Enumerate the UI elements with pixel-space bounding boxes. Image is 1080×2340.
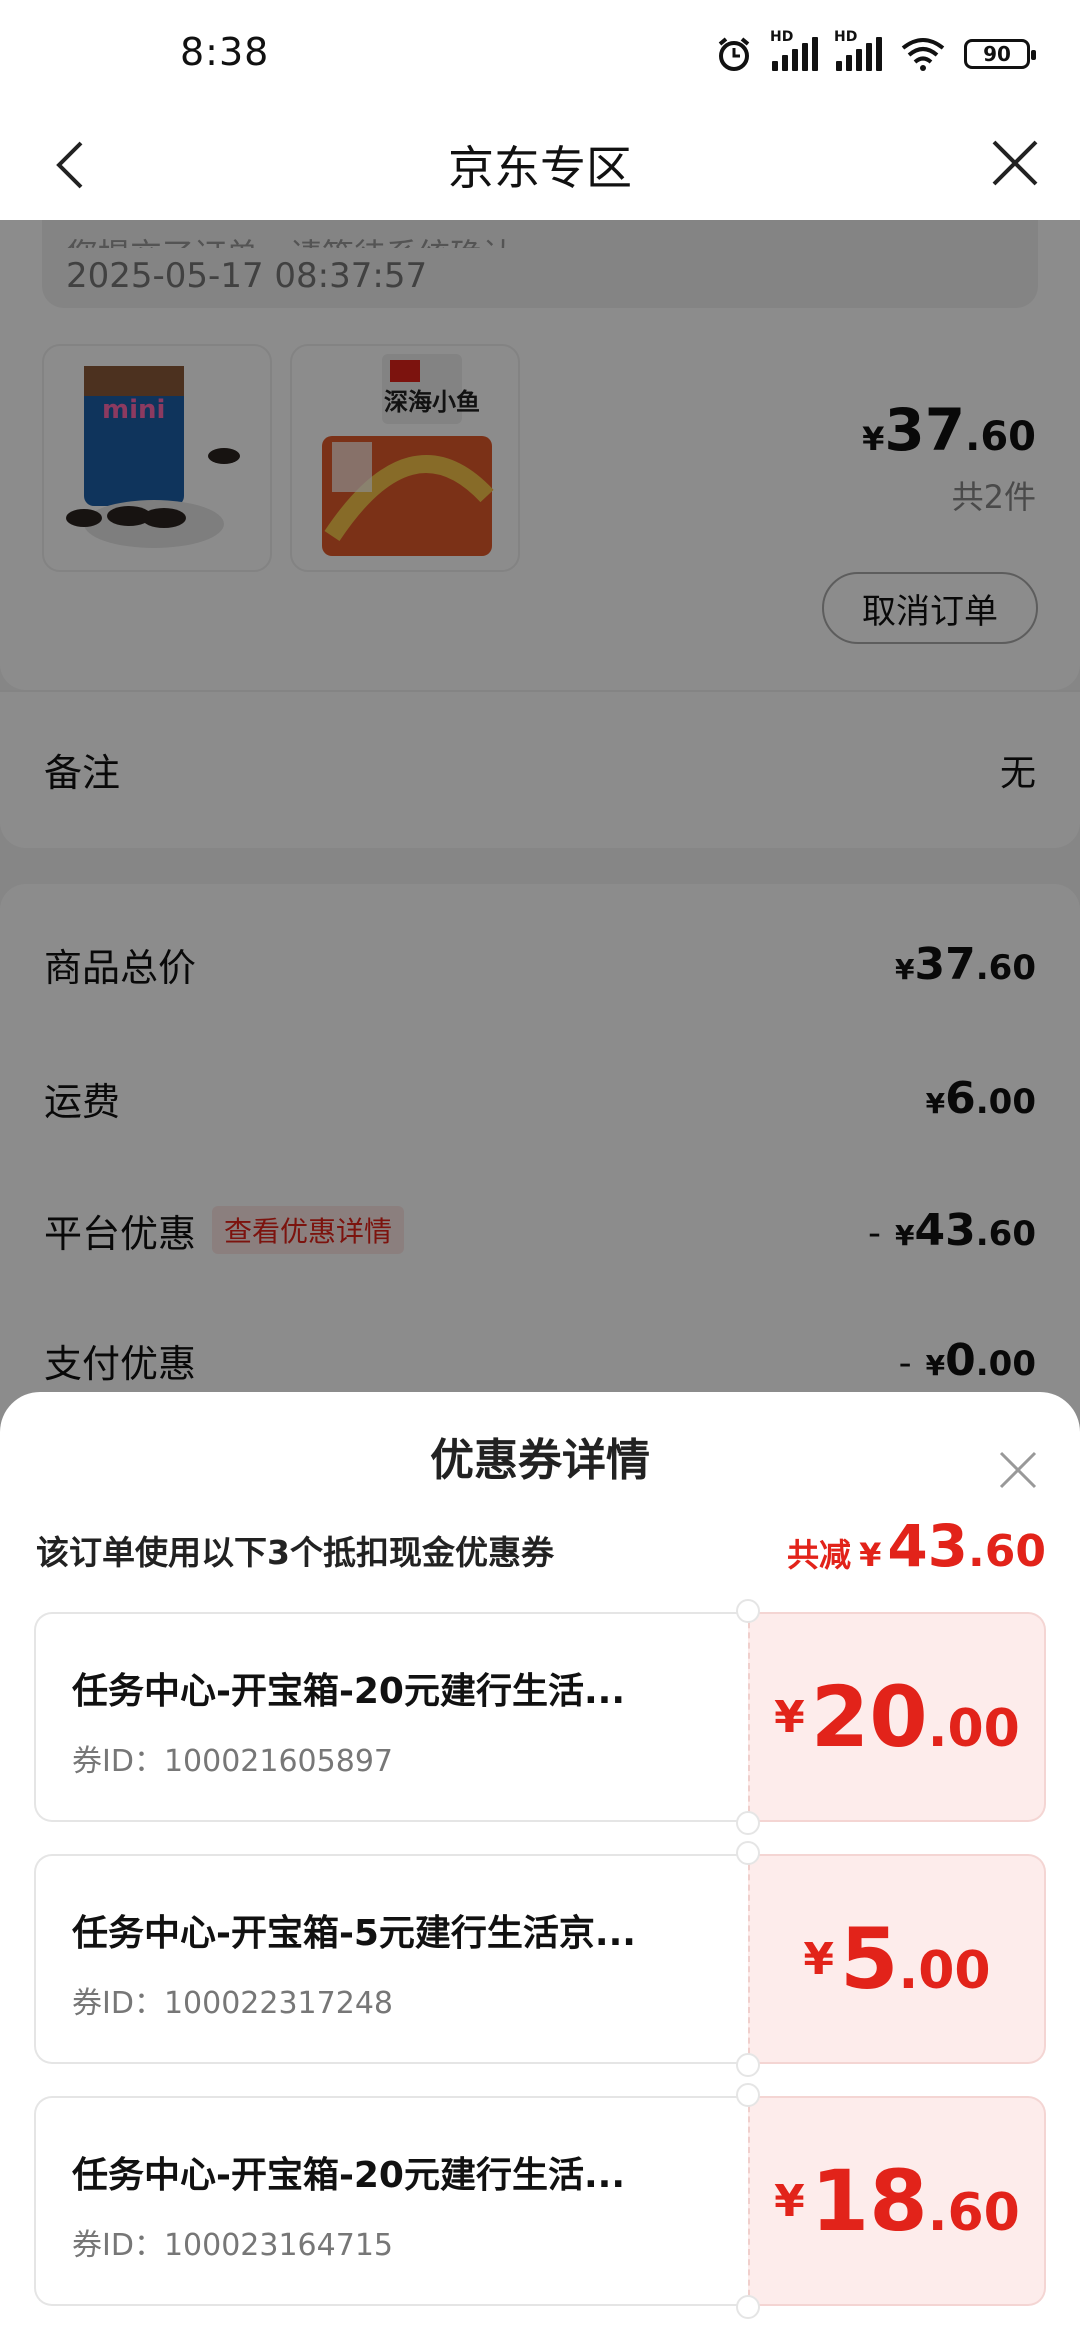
coupon-notch	[736, 2295, 760, 2319]
coupon-name: 任务中心-开宝箱-5元建行生活京...	[72, 1913, 636, 1954]
alarm-icon	[714, 34, 754, 74]
coupon-info: 任务中心-开宝箱-5元建行生活京... 券ID：100022317248	[34, 1854, 748, 2064]
coupon-name: 任务中心-开宝箱-20元建行生活...	[72, 2155, 626, 2196]
close-icon	[999, 1451, 1037, 1489]
coupon-int: 18	[810, 2152, 928, 2250]
sheet-close-button[interactable]	[990, 1442, 1046, 1498]
total-discount-label: 共减	[787, 1536, 852, 1574]
coupon-amount: ¥18.60	[748, 2096, 1046, 2306]
page-title: 京东专区	[448, 141, 632, 195]
hd-label-1: HD	[770, 29, 794, 45]
total-dec: .60	[968, 1526, 1046, 1577]
coupon-notch	[736, 2053, 760, 2077]
signal-icon-1: HD	[770, 29, 818, 71]
coupon-notch	[736, 1841, 760, 1865]
close-button[interactable]	[980, 128, 1050, 198]
nav-header: 京东专区	[0, 110, 1080, 220]
coupon-id: 券ID：100023164715	[72, 2228, 393, 2263]
coupon-dec: .60	[927, 2183, 1020, 2243]
coupon-id: 券ID：100021605897	[72, 1744, 393, 1779]
coupon-card[interactable]: 任务中心-开宝箱-20元建行生活... 券ID：100021605897 ¥20…	[34, 1599, 1046, 1835]
currency-symbol: ¥	[774, 1691, 805, 1743]
coupon-int: 20	[810, 1668, 928, 1766]
coupon-dec: .00	[898, 1941, 991, 2001]
signal-icon-2: HD	[834, 29, 882, 71]
currency-symbol: ¥	[859, 1536, 882, 1574]
total-int: 43	[887, 1512, 969, 1580]
hd-label-2: HD	[834, 29, 858, 45]
coupon-notch	[736, 1811, 760, 1835]
currency-symbol: ¥	[803, 1933, 835, 1985]
coupon-notch	[736, 1599, 760, 1623]
currency-symbol: ¥	[774, 2175, 805, 2227]
battery-icon: 90	[964, 39, 1036, 69]
coupon-card[interactable]: 任务中心-开宝箱-20元建行生活... 券ID：100023164715 ¥18…	[34, 2083, 1046, 2319]
close-icon	[992, 140, 1038, 186]
sheet-title: 优惠券详情	[430, 1435, 650, 1486]
status-bar: 8:38 HD HD 90	[0, 0, 1080, 110]
coupon-details-sheet: 优惠券详情 该订单使用以下3个抵扣现金优惠券 共减 ¥ 43 .60 任务中心-…	[0, 1392, 1080, 2340]
coupon-info: 任务中心-开宝箱-20元建行生活... 券ID：100023164715	[34, 2096, 748, 2306]
coupon-int: 5	[840, 1910, 899, 2008]
status-icons: HD HD 90	[714, 29, 1036, 74]
wifi-icon	[900, 34, 946, 74]
coupon-amount: ¥5.00	[748, 1854, 1046, 2064]
page: 8:38 HD HD 90 京东专区 2025-05-17 08:37:57 m…	[0, 0, 1080, 2340]
coupon-id: 券ID：100022317248	[72, 1986, 393, 2021]
coupon-amount: ¥20.00	[748, 1612, 1046, 1822]
coupon-name: 任务中心-开宝箱-20元建行生活...	[72, 1671, 626, 1712]
status-time: 8:38	[180, 30, 270, 74]
coupon-card[interactable]: 任务中心-开宝箱-5元建行生活京... 券ID：100022317248 ¥5.…	[34, 1841, 1046, 2077]
total-discount: 共减 ¥ 43 .60	[787, 1512, 1046, 1580]
coupon-notch	[736, 2083, 760, 2107]
coupon-dec: .00	[927, 1699, 1020, 1759]
sheet-subtitle: 该订单使用以下3个抵扣现金优惠券	[36, 1533, 554, 1572]
coupon-info: 任务中心-开宝箱-20元建行生活... 券ID：100021605897	[34, 1612, 748, 1822]
